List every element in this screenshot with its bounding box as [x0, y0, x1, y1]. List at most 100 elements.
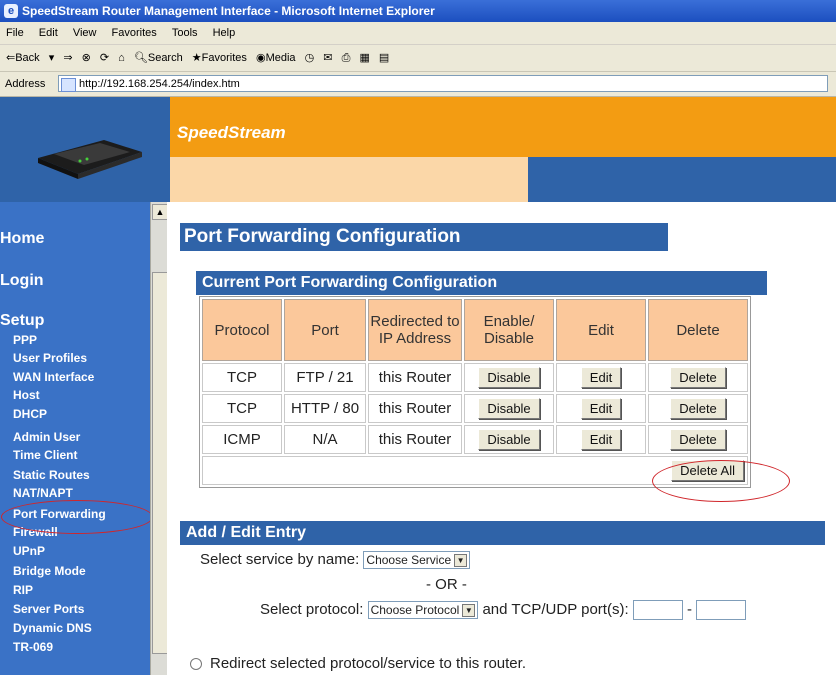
nav-rip[interactable]: RIP [13, 583, 33, 597]
sidebar: Home Login Setup PPP User Profiles WAN I… [0, 202, 150, 675]
page-title: Port Forwarding Configuration [180, 223, 668, 251]
delete-button[interactable]: Delete [670, 429, 726, 450]
nav-bridge-mode[interactable]: Bridge Mode [13, 564, 86, 578]
menu-tools[interactable]: Tools [172, 27, 198, 39]
table-row: TCP HTTP / 80 this Router Disable Edit D… [202, 394, 748, 423]
search-icon[interactable]: 🔍︎ [134, 45, 148, 71]
banner-strip-peach [170, 157, 528, 202]
menu-view[interactable]: View [73, 27, 97, 39]
nav-user-profiles[interactable]: User Profiles [13, 351, 87, 365]
menu-bar: File Edit View Favorites Tools Help [0, 22, 836, 45]
redirect-option: Redirect selected protocol/service to th… [190, 655, 526, 672]
cell-port: N/A [284, 425, 366, 454]
redirect-label: Redirect selected protocol/service to th… [210, 655, 526, 672]
nav-time-client[interactable]: Time Client [13, 448, 77, 462]
cell-delete: Delete [648, 425, 748, 454]
mail-icon[interactable]: ✉ [323, 45, 332, 71]
menu-favorites[interactable]: Favorites [112, 27, 157, 39]
col-delete: Delete [648, 299, 748, 361]
nav-dynamic-dns[interactable]: Dynamic DNS [13, 621, 92, 635]
col-redirected: Redirected to IP Address [368, 299, 462, 361]
address-input[interactable]: http://192.168.254.254/index.htm [58, 75, 828, 92]
nav-setup[interactable]: Setup [0, 312, 44, 330]
print-icon[interactable]: ⎙ [342, 45, 351, 71]
forward-icon[interactable]: ⇒ [63, 45, 72, 71]
favorites-button[interactable]: Favorites [202, 52, 247, 64]
nav-home[interactable]: Home [0, 230, 44, 248]
window-title-bar: e SpeedStream Router Management Interface… [0, 0, 836, 22]
edit-button[interactable]: Edit [580, 367, 622, 388]
media-button[interactable]: Media [266, 52, 296, 64]
disable-button[interactable]: Disable [478, 367, 540, 388]
redirect-radio[interactable] [190, 658, 202, 671]
search-button[interactable]: Search [148, 52, 183, 64]
cell-port: FTP / 21 [284, 363, 366, 392]
table-header-row: Protocol Port Redirected to IP Address E… [202, 299, 748, 361]
cell-redirect: this Router [368, 394, 462, 423]
cell-toggle: Disable [464, 363, 554, 392]
word-icon[interactable]: ▦ [359, 45, 369, 71]
favorites-icon[interactable]: ★ [192, 45, 202, 71]
nav-wan-interface[interactable]: WAN Interface [13, 370, 94, 384]
cell-protocol: TCP [202, 363, 282, 392]
cell-protocol: TCP [202, 394, 282, 423]
home-icon[interactable]: ⌂ [118, 45, 125, 71]
nav-nat-napt[interactable]: NAT/NAPT [13, 486, 73, 500]
protocol-select[interactable]: Choose Protocol ▼ [367, 600, 479, 620]
brand-logo: SpeedStream [177, 123, 286, 142]
history-icon[interactable]: ◷ [305, 45, 315, 71]
discuss-icon[interactable]: ▤ [379, 45, 389, 71]
sidebar-scrollbar[interactable]: ▲ [150, 202, 168, 675]
nav-upnp[interactable]: UPnP [13, 544, 45, 558]
scroll-up-icon[interactable]: ▲ [152, 204, 168, 220]
nav-tr-069[interactable]: TR-069 [13, 640, 53, 654]
ports-dash: - [686, 600, 692, 618]
back-button[interactable]: ⇐Back [6, 45, 40, 71]
cell-edit: Edit [556, 425, 646, 454]
menu-file[interactable]: File [6, 27, 24, 39]
cell-protocol: ICMP [202, 425, 282, 454]
router-image [38, 140, 142, 179]
cell-edit: Edit [556, 394, 646, 423]
disable-button[interactable]: Disable [478, 429, 540, 450]
ie-icon: e [4, 4, 18, 18]
nav-dhcp[interactable]: DHCP [13, 407, 47, 421]
col-protocol: Protocol [202, 299, 282, 361]
media-icon[interactable]: ◉ [256, 45, 266, 71]
stop-icon[interactable]: ⊗ [82, 45, 91, 71]
nav-login[interactable]: Login [0, 272, 44, 290]
scroll-thumb[interactable] [152, 272, 168, 654]
edit-button[interactable]: Edit [580, 429, 622, 450]
edit-button[interactable]: Edit [580, 398, 622, 419]
service-select-value: Choose Service [366, 553, 452, 567]
page-icon [61, 78, 76, 92]
current-config-header: Current Port Forwarding Configuration [196, 271, 767, 295]
delete-button[interactable]: Delete [670, 367, 726, 388]
service-select[interactable]: Choose Service ▼ [363, 551, 471, 570]
col-enable-disable: Enable/ Disable [464, 299, 554, 361]
port-end-input[interactable] [696, 600, 747, 620]
nav-admin-user[interactable]: Admin User [13, 430, 80, 444]
back-dropdown-icon[interactable]: ▾ [49, 45, 55, 71]
menu-edit[interactable]: Edit [39, 27, 58, 39]
nav-static-routes[interactable]: Static Routes [13, 468, 90, 482]
banner-strip-blue [528, 157, 836, 202]
cell-port: HTTP / 80 [284, 394, 366, 423]
refresh-icon[interactable]: ⟳ [100, 45, 109, 71]
address-url: http://192.168.254.254/index.htm [79, 78, 240, 90]
nav-server-ports[interactable]: Server Ports [13, 602, 84, 616]
ports-label: and TCP/UDP port(s): [482, 600, 629, 618]
cell-edit: Edit [556, 363, 646, 392]
menu-help[interactable]: Help [213, 27, 236, 39]
cell-toggle: Disable [464, 425, 554, 454]
protocol-row: Select protocol: Choose Protocol ▼ and TC… [260, 600, 747, 620]
delete-button[interactable]: Delete [670, 398, 726, 419]
port-start-input[interactable] [632, 600, 683, 620]
highlight-circle-port-forwarding [1, 500, 153, 534]
nav-ppp[interactable]: PPP [13, 333, 37, 347]
disable-button[interactable]: Disable [478, 398, 540, 419]
add-edit-header: Add / Edit Entry [180, 521, 825, 545]
nav-host[interactable]: Host [13, 388, 40, 402]
cell-delete: Delete [648, 363, 748, 392]
chevron-down-icon: ▼ [462, 604, 476, 618]
